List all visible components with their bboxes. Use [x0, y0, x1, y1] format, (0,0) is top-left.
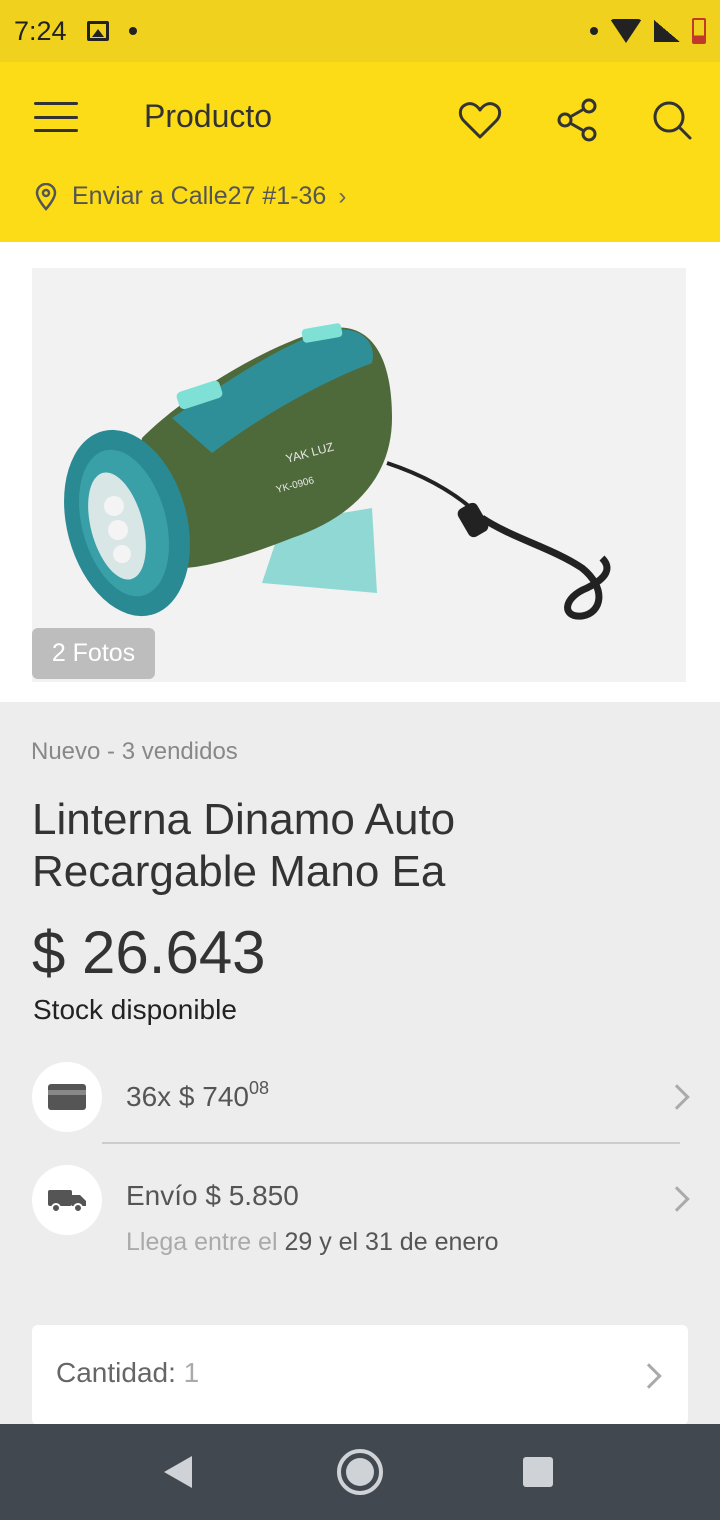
- product-gallery: YAK LUZ YK-0906 2 Fotos: [0, 242, 720, 702]
- system-nav-bar: [0, 1424, 720, 1520]
- location-label: Enviar a Calle27 #1-36: [72, 182, 327, 210]
- app-bar: Producto Enviar a Calle27 #1-36 ›: [0, 62, 720, 242]
- status-time: 7:24: [14, 15, 67, 46]
- home-icon[interactable]: [337, 1449, 383, 1495]
- chevron-right-icon: [636, 1363, 662, 1389]
- back-icon[interactable]: [164, 1456, 192, 1488]
- quantity-text: Cantidad:: [56, 1357, 184, 1388]
- battery-icon: [692, 18, 706, 44]
- chevron-right-icon: [664, 1084, 690, 1110]
- delivery-prefix: Llega entre el: [126, 1228, 285, 1256]
- status-icons: [590, 18, 706, 44]
- shipping-location-link[interactable]: Enviar a Calle27 #1-36 ›: [34, 182, 346, 211]
- recent-apps-icon[interactable]: [523, 1457, 553, 1487]
- product-price: $ 26.643: [32, 919, 266, 986]
- shipping-cost: Envío $ 5.850: [126, 1180, 299, 1211]
- truck-icon: [32, 1165, 102, 1235]
- flashlight-image: YAK LUZ YK-0906: [64, 323, 611, 620]
- status-bar: 7:24: [0, 0, 720, 62]
- photos-count-badge[interactable]: 2 Fotos: [32, 628, 155, 679]
- share-icon[interactable]: [553, 96, 601, 144]
- product-condition: Nuevo - 3 vendidos: [31, 738, 238, 765]
- delivery-estimate: Llega entre el 29 y el 31 de enero: [126, 1228, 499, 1257]
- search-icon[interactable]: [648, 96, 696, 144]
- notification-dot-icon: [128, 27, 137, 35]
- stock-status: Stock disponible: [33, 994, 237, 1025]
- cell-signal-icon: [654, 20, 680, 42]
- credit-card-icon: [32, 1062, 102, 1132]
- installments-label: 36x $ 74008: [126, 1078, 269, 1113]
- divider: [102, 1142, 680, 1144]
- product-photo[interactable]: YAK LUZ YK-0906: [32, 268, 686, 682]
- quantity-label: Cantidad: 1: [56, 1357, 199, 1389]
- chevron-right-icon: ›: [338, 182, 347, 210]
- image-notification-icon: [86, 21, 109, 41]
- quantity-value: 1: [183, 1357, 200, 1388]
- installments-cents: 08: [249, 1078, 270, 1098]
- wifi-icon: [610, 19, 642, 43]
- product-title: Linterna Dinamo Auto Recargable Mano Ea: [32, 795, 456, 896]
- page-title: Producto: [144, 98, 273, 134]
- quantity-selector[interactable]: Cantidad: 1: [32, 1325, 688, 1425]
- menu-icon[interactable]: [34, 102, 78, 132]
- chevron-right-icon: [664, 1186, 690, 1212]
- installments-amount: 36x $ 740: [126, 1081, 249, 1112]
- location-pin-icon: [35, 182, 57, 211]
- heart-icon[interactable]: [456, 96, 504, 144]
- notification-dot-icon: [590, 27, 598, 35]
- delivery-dates: 29 y el 31 de enero: [284, 1228, 499, 1256]
